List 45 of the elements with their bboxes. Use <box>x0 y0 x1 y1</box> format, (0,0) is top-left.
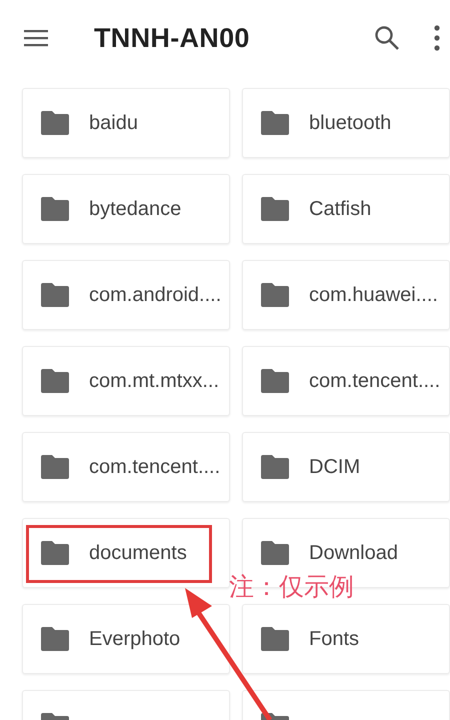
folder-name: com.tencent.... <box>309 369 440 394</box>
app-title: TNNH-AN00 <box>94 22 250 55</box>
folder-icon <box>261 541 289 565</box>
folder-name: baidu <box>89 111 138 136</box>
folder-name: bytedance <box>89 197 182 222</box>
folder-icon <box>41 111 69 135</box>
folder-card[interactable]: DCIM <box>242 432 450 502</box>
more-options-icon[interactable] <box>434 25 440 51</box>
folder-name: Everphoto <box>89 627 180 652</box>
folder-icon <box>261 197 289 221</box>
folder-name: Download <box>309 541 398 566</box>
folder-card[interactable]: Catfish <box>242 174 450 244</box>
folder-card[interactable]: documents <box>22 518 230 588</box>
folder-card[interactable]: baidu <box>22 88 230 158</box>
folder-icon <box>261 111 289 135</box>
folder-card[interactable]: Everphoto <box>22 604 230 674</box>
folder-card[interactable]: com.android.... <box>22 260 230 330</box>
folder-name: Catfish <box>309 197 372 222</box>
folder-icon <box>41 455 69 479</box>
folder-icon <box>261 369 289 393</box>
folder-icon <box>41 197 69 221</box>
folder-icon <box>261 283 289 307</box>
folder-card[interactable]: Fonts <box>242 604 450 674</box>
folder-icon <box>261 627 289 651</box>
folder-card[interactable]: bytedance <box>22 174 230 244</box>
folder-name: Fonts <box>309 627 360 652</box>
folder-icon <box>41 283 69 307</box>
folder-card[interactable]: com.huawei.... <box>242 260 450 330</box>
folder-name: com.huawei.... <box>309 283 438 308</box>
folder-icon <box>41 369 69 393</box>
folder-name: bluetooth <box>309 111 392 136</box>
search-icon[interactable] <box>374 25 400 51</box>
folder-name: com.mt.mtxx... <box>89 369 219 394</box>
folder-name: DCIM <box>309 455 360 480</box>
menu-icon[interactable] <box>24 29 48 47</box>
folder-card[interactable]: bluetooth <box>242 88 450 158</box>
folder-icon <box>261 455 289 479</box>
folder-icon <box>41 627 69 651</box>
folder-icon <box>41 541 69 565</box>
folder-name: documents <box>89 541 187 566</box>
folder-name: com.tencent.... <box>89 455 220 480</box>
folder-card[interactable]: com.mt.mtxx... <box>22 346 230 416</box>
folder-name: com.android.... <box>89 283 222 308</box>
folder-card[interactable]: com.tencent.... <box>22 432 230 502</box>
folder-card[interactable]: com.tencent.... <box>242 346 450 416</box>
